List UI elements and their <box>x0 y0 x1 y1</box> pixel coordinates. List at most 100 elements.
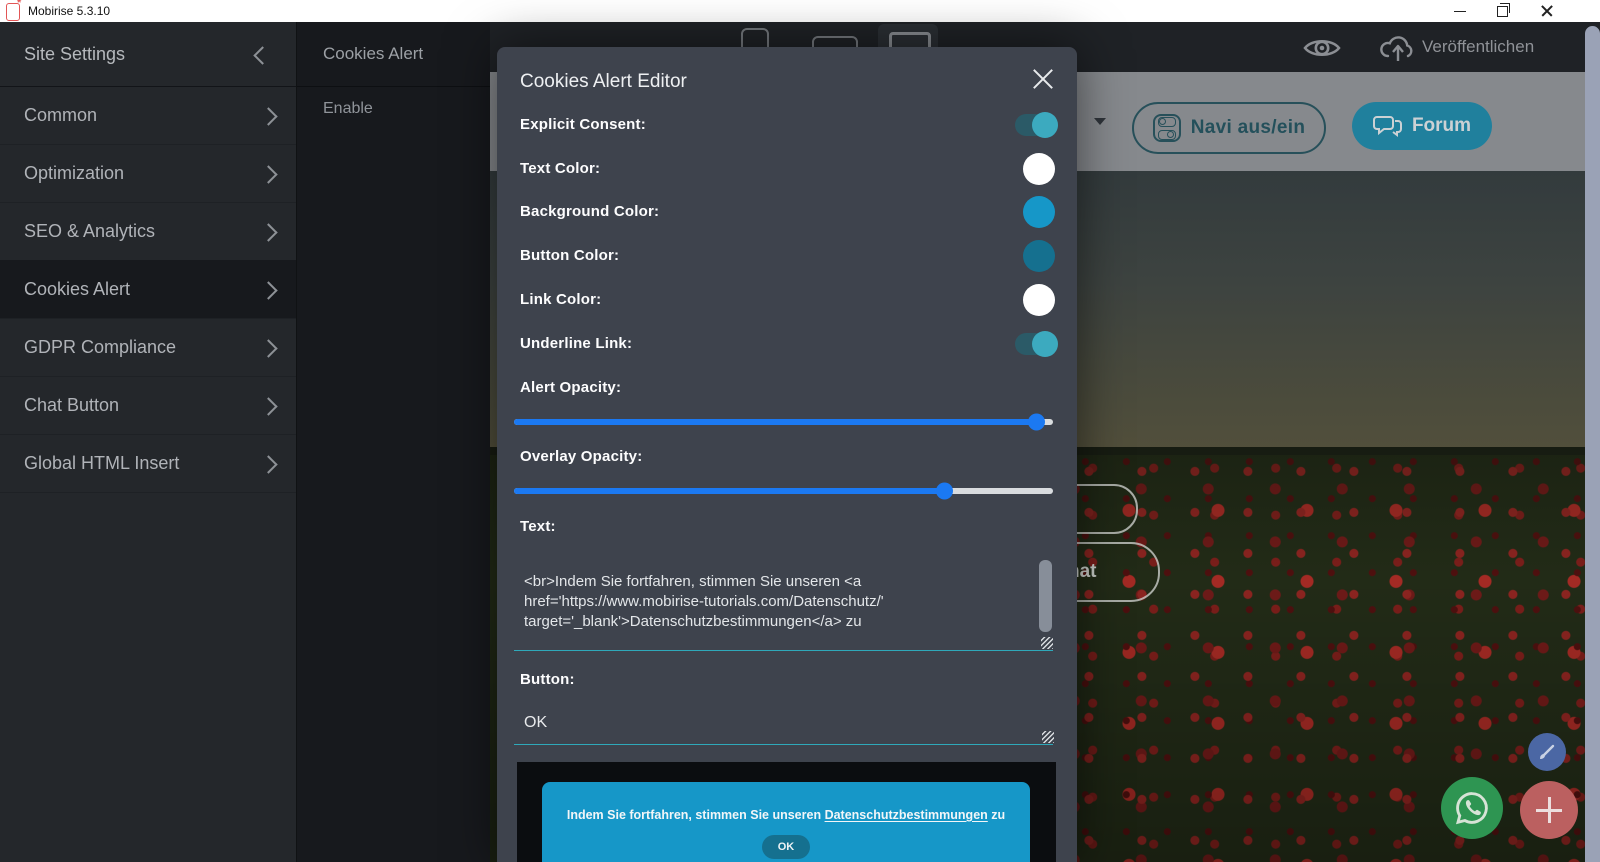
alert-opacity-label: Alert Opacity: <box>520 379 621 396</box>
navi-toggle-button[interactable]: Navi aus/ein <box>1132 102 1326 154</box>
sidebar-item-global-html-insert[interactable]: Global HTML Insert <box>0 434 296 493</box>
sidebar-item-label: GDPR Compliance <box>24 318 176 376</box>
edit-style-button[interactable] <box>1528 733 1566 771</box>
cookies-alert-editor-modal: Cookies Alert Editor Explicit Consent: T… <box>497 47 1077 862</box>
preview-alert-text: Indem Sie fortfahren, stimmen Sie unsere… <box>542 808 1030 822</box>
switch-row <box>1158 130 1176 140</box>
modal-close-button[interactable] <box>1029 65 1057 93</box>
text-color-label: Text Color: <box>520 160 600 177</box>
cookies-alert-preview: Indem Sie fortfahren, stimmen Sie unsere… <box>517 762 1056 862</box>
panel-title: Cookies Alert <box>323 22 423 86</box>
sidebar-item-seo-analytics[interactable]: SEO & Analytics <box>0 202 296 261</box>
chevron-right-icon <box>259 107 277 125</box>
forum-button-label: Forum <box>1412 115 1471 137</box>
minimize-button[interactable] <box>1443 0 1477 22</box>
preview-ok-button[interactable]: OK <box>762 835 810 859</box>
sidebar-item-label: Global HTML Insert <box>24 434 179 492</box>
paintbrush-icon <box>1537 742 1557 762</box>
chat-bubbles-icon <box>1373 114 1403 138</box>
enable-label: Enable <box>323 100 373 118</box>
restore-icon <box>1497 6 1508 17</box>
preview-button[interactable] <box>1302 36 1342 60</box>
sidebar-item-optimization[interactable]: Optimization <box>0 144 296 203</box>
preview-text-before: Indem Sie fortfahren, stimmen Sie unsere… <box>567 808 825 822</box>
window-title: Mobirise 5.3.10 <box>28 0 110 22</box>
switches-icon <box>1153 114 1181 142</box>
button-field-label: Button: <box>520 671 575 688</box>
button-color-swatch[interactable] <box>1023 240 1055 272</box>
link-color-label: Link Color: <box>520 291 601 308</box>
cookies-alert-panel: Cookies Alert Enable <box>296 22 491 862</box>
input-resize-handle[interactable] <box>1042 731 1054 743</box>
chevron-right-icon <box>259 455 277 473</box>
eye-icon <box>1302 36 1342 60</box>
alert-text-textarea[interactable]: <br>Indem Sie fortfahren, stimmen Sie un… <box>514 552 1053 651</box>
preview-alert-box: Indem Sie fortfahren, stimmen Sie unsere… <box>542 782 1030 862</box>
text-field-label: Text: <box>520 518 556 535</box>
add-block-button[interactable] <box>1520 781 1578 839</box>
button-color-label: Button Color: <box>520 247 619 264</box>
app-scrollbar[interactable] <box>1585 26 1600 862</box>
toggle-knob <box>1032 331 1058 357</box>
chevron-right-icon <box>259 165 277 183</box>
chevron-right-icon <box>259 397 277 415</box>
preview-link[interactable]: Datenschutzbestimmungen <box>825 808 988 822</box>
sidebar-item-label: Chat Button <box>24 376 119 434</box>
app-window: * Mobirise 5.3.10 Site Settings Common O… <box>0 0 1600 862</box>
link-color-swatch[interactable] <box>1023 284 1055 316</box>
chevron-right-icon <box>259 281 277 299</box>
textarea-resize-handle[interactable] <box>1041 637 1053 649</box>
underline-link-label: Underline Link: <box>520 335 632 352</box>
explicit-consent-toggle[interactable] <box>1015 114 1055 136</box>
back-button[interactable] <box>256 49 269 62</box>
underline-link-toggle[interactable] <box>1015 333 1055 355</box>
background-color-label: Background Color: <box>520 203 659 220</box>
sidebar-item-label: Cookies Alert <box>24 260 130 318</box>
dropdown-caret-icon <box>1094 118 1106 125</box>
button-text-value: OK <box>524 714 547 732</box>
chevron-left-icon <box>253 46 271 64</box>
sidebar-item-gdpr-compliance[interactable]: GDPR Compliance <box>0 318 296 377</box>
whatsapp-button[interactable] <box>1441 777 1503 839</box>
background-color-swatch[interactable] <box>1023 196 1055 228</box>
sidebar-item-chat-button[interactable]: Chat Button <box>0 376 296 435</box>
minimize-icon <box>1454 11 1466 12</box>
slider-knob[interactable] <box>1028 414 1045 431</box>
restore-button[interactable] <box>1485 0 1519 22</box>
plus-icon <box>1536 797 1562 823</box>
whatsapp-icon <box>1452 788 1492 828</box>
app-logo-spark-icon: * <box>17 0 21 9</box>
publish-label[interactable]: Veröffentlichen <box>1422 22 1534 72</box>
panel-header: Cookies Alert <box>297 22 491 87</box>
alert-opacity-slider[interactable] <box>514 419 1053 425</box>
button-text-input[interactable]: OK <box>514 700 1053 745</box>
site-settings-sidebar: Site Settings Common Optimization SEO & … <box>0 22 296 862</box>
navi-button-label: Navi aus/ein <box>1191 117 1305 139</box>
titlebar: * Mobirise 5.3.10 <box>0 0 1600 22</box>
close-icon <box>1541 5 1553 17</box>
forum-button[interactable]: Forum <box>1352 102 1492 150</box>
preview-text-after: zu <box>988 808 1005 822</box>
modal-title: Cookies Alert Editor <box>520 71 687 93</box>
cloud-upload-icon <box>1378 33 1418 63</box>
sidebar-item-cookies-alert[interactable]: Cookies Alert <box>0 260 296 319</box>
text-color-swatch[interactable] <box>1023 153 1055 185</box>
textarea-scrollbar[interactable] <box>1039 560 1052 632</box>
sidebar-header: Site Settings <box>0 22 296 87</box>
toggle-knob <box>1032 112 1058 138</box>
sidebar-item-label: SEO & Analytics <box>24 202 155 260</box>
sidebar-title: Site Settings <box>24 22 125 86</box>
close-window-button[interactable] <box>1530 0 1564 22</box>
slider-fill <box>514 419 1037 425</box>
sidebar-item-label: Optimization <box>24 144 124 202</box>
slider-fill <box>514 488 945 494</box>
slider-knob[interactable] <box>936 483 953 500</box>
chevron-right-icon <box>259 339 277 357</box>
explicit-consent-label: Explicit Consent: <box>520 116 646 133</box>
chevron-right-icon <box>259 223 277 241</box>
sidebar-item-label: Common <box>24 86 97 144</box>
overlay-opacity-slider[interactable] <box>514 488 1053 494</box>
overlay-opacity-label: Overlay Opacity: <box>520 448 642 465</box>
publish-button[interactable] <box>1378 33 1418 63</box>
sidebar-item-common[interactable]: Common <box>0 86 296 145</box>
